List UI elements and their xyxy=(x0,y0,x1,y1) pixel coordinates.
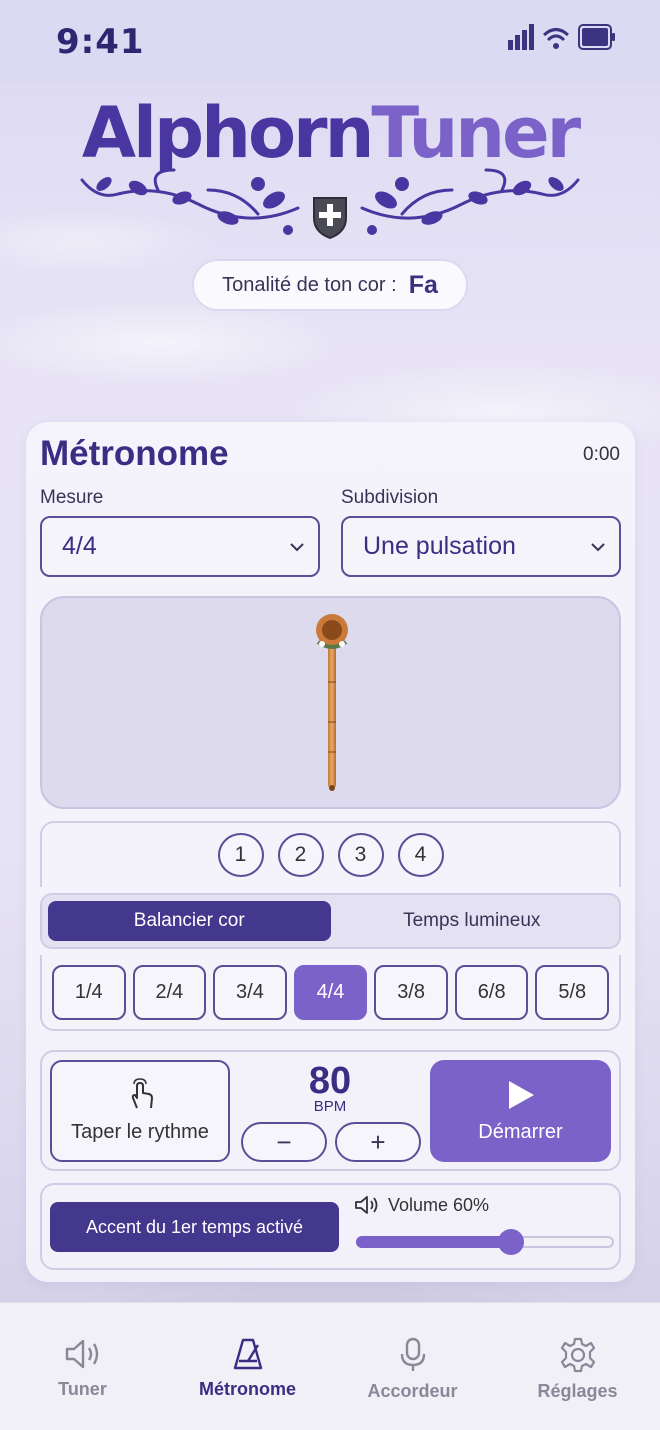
alphorn-pendulum-icon xyxy=(316,614,348,791)
accent-toggle-button[interactable]: Accent du 1er temps activé xyxy=(50,1202,339,1252)
battery-icon xyxy=(578,24,615,50)
beat-3: 3 xyxy=(337,833,384,877)
signature-6-8[interactable]: 6/8 xyxy=(454,965,529,1020)
pendulum-preview xyxy=(40,596,621,809)
volume-slider[interactable] xyxy=(356,1229,614,1255)
metronome-title: Métronome xyxy=(40,434,229,473)
tab-reglages-label: Réglages xyxy=(537,1381,618,1401)
bpm-increase-button[interactable]: + xyxy=(335,1122,421,1162)
metronome-timer: 0:00 xyxy=(583,444,620,465)
measure-select[interactable]: 4/4 xyxy=(40,516,320,577)
beat-4: 4 xyxy=(397,833,444,877)
tab-reglages[interactable]: Réglages xyxy=(495,1303,660,1430)
signature-2-4[interactable]: 2/4 xyxy=(132,965,207,1020)
key-label: Tonalité de ton cor : xyxy=(222,273,397,296)
time-signature-row: 1/4 2/4 3/4 4/4 3/8 6/8 5/8 xyxy=(40,955,621,1031)
signal-icon xyxy=(508,24,534,50)
microphone-icon xyxy=(400,1337,425,1371)
gear-icon xyxy=(560,1337,595,1373)
volume-label: Volume 60% xyxy=(388,1194,490,1215)
tab-tuner[interactable]: Tuner xyxy=(0,1303,165,1430)
key-value: Fa xyxy=(408,270,438,299)
status-icons xyxy=(508,24,616,50)
measure-label: Mesure xyxy=(40,487,104,508)
signature-3-8[interactable]: 3/8 xyxy=(374,965,448,1020)
start-button[interactable]: Démarrer xyxy=(430,1060,611,1162)
speaker-icon xyxy=(355,1196,378,1214)
swiss-shield-icon xyxy=(313,197,347,240)
tab-accordeur-label: Accordeur xyxy=(367,1381,458,1401)
signature-3-4[interactable]: 3/4 xyxy=(213,965,287,1020)
mode-pendulum-button[interactable]: Balancier cor xyxy=(48,901,331,941)
beat-1: 1 xyxy=(217,833,264,877)
signature-4-4[interactable]: 4/4 xyxy=(293,965,368,1020)
tab-accordeur[interactable]: Accordeur xyxy=(330,1303,495,1430)
start-label: Démarrer xyxy=(478,1120,563,1143)
volume-slider-fill xyxy=(356,1236,511,1248)
bpm-value: 80 xyxy=(308,1060,352,1102)
key-selector[interactable]: Tonalité de ton cor : Fa xyxy=(192,259,468,311)
mode-segmented-control: Balancier cor Temps lumineux xyxy=(40,893,621,949)
measure-select-value: 4/4 xyxy=(62,532,97,560)
subdivision-select[interactable]: Une pulsation xyxy=(341,516,621,577)
mode-light-beats-button[interactable]: Temps lumineux xyxy=(331,901,614,941)
beat-indicators: 1 2 3 4 xyxy=(40,821,621,887)
signature-5-8[interactable]: 5/8 xyxy=(535,965,610,1020)
chevron-down-icon xyxy=(290,543,304,552)
status-time: 9:41 xyxy=(56,22,145,62)
metronome-icon xyxy=(233,1338,262,1370)
tap-tempo-label: Taper le rythme xyxy=(71,1121,209,1143)
volume-slider-thumb[interactable] xyxy=(497,1229,524,1255)
status-bar: 9:41 xyxy=(0,0,660,82)
signature-1-4[interactable]: 1/4 xyxy=(52,965,126,1020)
subdivision-label: Subdivision xyxy=(341,487,439,508)
play-icon xyxy=(508,1080,534,1109)
bpm-unit: BPM xyxy=(313,1098,347,1115)
chevron-down-icon xyxy=(591,543,605,552)
speaker-icon xyxy=(65,1339,98,1369)
volume-label-row: Volume 60% xyxy=(354,1194,489,1216)
tap-tempo-button[interactable]: Taper le rythme xyxy=(50,1060,230,1162)
tap-hand-icon xyxy=(131,1078,153,1109)
beat-2: 2 xyxy=(277,833,324,877)
tab-bar: Tuner Métronome Accordeur Réglages xyxy=(0,1302,660,1430)
tab-tuner-label: Tuner xyxy=(58,1379,107,1399)
bpm-display: 80 BPM xyxy=(240,1060,420,1115)
floral-ornament-icon xyxy=(80,168,580,240)
wifi-icon xyxy=(542,28,570,49)
subdivision-select-value: Une pulsation xyxy=(363,532,516,560)
tab-metronome-label: Métronome xyxy=(198,1379,296,1399)
tab-metronome[interactable]: Métronome xyxy=(165,1303,330,1430)
bpm-decrease-button[interactable]: − xyxy=(241,1122,327,1162)
